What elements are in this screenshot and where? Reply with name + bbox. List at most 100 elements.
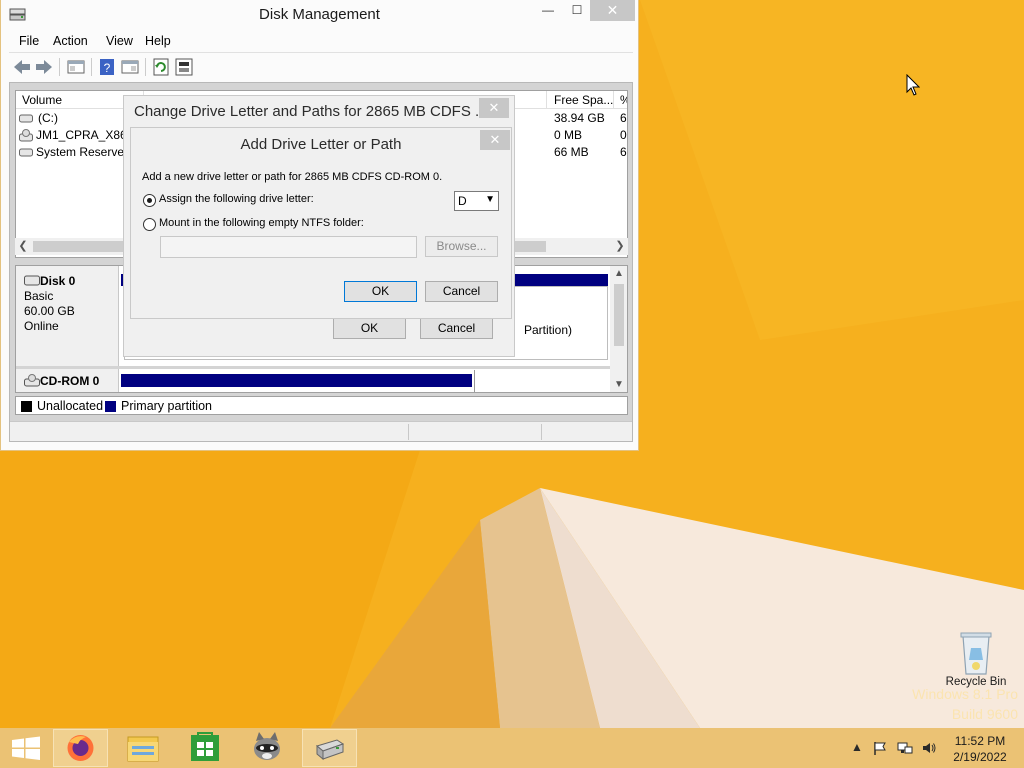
clock-time: 11:52 PM — [954, 734, 1006, 748]
volume-name: (C:) — [38, 111, 58, 125]
disk-0-label[interactable]: Disk 0 Basic 60.00 GB Online — [16, 266, 119, 366]
help-icon[interactable]: ? — [97, 57, 117, 77]
status-pane — [541, 424, 542, 440]
disk-name: CD-ROM 0 — [40, 374, 100, 388]
refresh-icon[interactable] — [151, 57, 171, 77]
os-watermark: Windows 8.1 Pro Build 9600 — [912, 686, 1018, 722]
menu-help[interactable]: Help — [145, 34, 171, 48]
scroll-up-icon[interactable]: ▲ — [610, 266, 627, 282]
menu-bar: File Action View Help — [9, 31, 633, 53]
svg-text:?: ? — [104, 61, 111, 75]
taskbar-firefox[interactable] — [53, 729, 108, 767]
menu-file[interactable]: File — [19, 34, 39, 48]
start-button[interactable] — [0, 729, 55, 767]
store-icon — [191, 732, 219, 761]
drive-letter-value: D — [458, 194, 467, 208]
clock-date: 2/19/2022 — [953, 750, 1007, 764]
back-arrow-icon[interactable] — [12, 57, 32, 77]
folder-path-input[interactable] — [160, 236, 417, 258]
volume-percent-free: 6: — [620, 111, 627, 125]
scroll-left-icon[interactable]: ❮ — [15, 238, 31, 255]
taskbar-store[interactable] — [178, 729, 233, 767]
volume-name: System Reserved — [36, 145, 131, 159]
column-separator[interactable] — [546, 91, 547, 109]
volume-free-space: 66 MB — [554, 145, 589, 159]
menu-view[interactable]: View — [106, 34, 133, 48]
minimize-button[interactable]: — — [532, 0, 564, 21]
disk-name: Disk 0 — [40, 274, 76, 288]
legend-swatch-primary — [105, 401, 116, 412]
menu-action[interactable]: Action — [53, 34, 88, 48]
rescan-disks-icon[interactable] — [174, 57, 194, 77]
console-tree-icon[interactable] — [66, 57, 86, 77]
legend-unallocated: Unallocated — [37, 399, 104, 413]
show-hidden-icons-icon[interactable]: ▲ — [849, 740, 865, 756]
assign-letter-radio[interactable] — [143, 194, 156, 207]
column-separator[interactable] — [613, 91, 614, 109]
column-header-percent[interactable]: % — [620, 93, 627, 107]
partition-label: Partition) — [524, 323, 573, 337]
network-icon[interactable] — [897, 740, 913, 756]
dialog-body: Add a new drive letter or path for 2865 … — [131, 159, 511, 318]
cd-drive-icon — [19, 129, 33, 142]
recycle-bin-icon — [960, 632, 992, 675]
disk-status: Online — [24, 319, 59, 333]
window-titlebar[interactable]: Disk Management — ☐ ✕ — [1, 0, 638, 30]
assign-letter-label[interactable]: Assign the following drive letter: — [159, 193, 314, 205]
browse-button[interactable]: Browse... — [425, 236, 498, 257]
forward-arrow-icon[interactable] — [34, 57, 54, 77]
action-center-flag-icon[interactable] — [872, 740, 888, 756]
mount-folder-radio[interactable] — [143, 218, 156, 231]
status-pane — [408, 424, 409, 440]
cancel-button[interactable]: Cancel — [425, 281, 498, 302]
vertical-scrollbar[interactable]: ▲ ▼ — [610, 266, 627, 392]
toolbar: ? — [9, 54, 633, 81]
dialog-close-button[interactable]: ✕ — [480, 130, 510, 150]
hard-disk-icon — [24, 275, 40, 286]
dialog-close-button[interactable]: ✕ — [479, 98, 509, 118]
recycle-bin[interactable]: Recycle Bin — [942, 630, 1010, 688]
folder-icon — [127, 736, 159, 762]
volume-percent-free: 0 — [620, 128, 627, 142]
volume-speaker-icon[interactable] — [921, 740, 937, 756]
taskbar: ▲ 11:52 PM 2/19/2022 — [0, 728, 1024, 768]
cd-rom-0-label[interactable]: CD-ROM 0 — [16, 369, 119, 392]
cd-rom-icon — [24, 374, 40, 387]
disk-type: Basic — [24, 289, 54, 303]
properties-icon[interactable] — [120, 57, 140, 77]
ok-button[interactable]: OK — [344, 281, 417, 302]
recycle-bin-label: Recycle Bin — [945, 676, 1007, 688]
add-drive-letter-dialog: Add Drive Letter or Path ✕ Add a new dri… — [130, 127, 512, 319]
ok-button[interactable]: OK — [333, 318, 406, 339]
watermark-edition: Windows 8.1 Pro — [912, 686, 1018, 702]
raccoon-icon — [254, 732, 280, 760]
column-header-volume[interactable]: Volume — [22, 93, 62, 107]
status-bar — [10, 421, 632, 441]
scroll-right-icon[interactable]: ❯ — [612, 238, 628, 255]
close-button[interactable]: ✕ — [590, 0, 635, 21]
drive-icon — [19, 148, 33, 157]
taskbar-file-explorer[interactable] — [116, 729, 171, 767]
maximize-button[interactable]: ☐ — [564, 0, 590, 21]
cancel-button[interactable]: Cancel — [420, 318, 493, 339]
taskbar-clock[interactable]: 11:52 PM 2/19/2022 — [940, 733, 1020, 765]
cd-rom-partition-bar[interactable] — [121, 374, 472, 387]
volume-free-space: 38.94 GB — [554, 111, 605, 125]
dialog-description: Add a new drive letter or path for 2865 … — [142, 171, 443, 183]
drive-letter-select[interactable]: D ▼ — [454, 191, 499, 211]
disk-size: 60.00 GB — [24, 304, 75, 318]
chevron-down-icon: ▼ — [485, 194, 495, 205]
taskbar-disk-management[interactable] — [302, 729, 357, 767]
mount-folder-label[interactable]: Mount in the following empty NTFS folder… — [159, 217, 364, 229]
taskbar-raccoon-app[interactable] — [240, 729, 295, 767]
column-header-free-space[interactable]: Free Spa... — [554, 93, 613, 107]
legend: Unallocated Primary partition — [15, 396, 628, 415]
dialog-title: Change Drive Letter and Paths for 2865 M… — [134, 103, 488, 120]
legend-primary-partition: Primary partition — [121, 399, 212, 413]
windows-logo-icon — [12, 736, 40, 760]
disk-management-icon — [315, 739, 345, 761]
scrollbar-thumb[interactable] — [614, 284, 624, 346]
dialog-title: Add Drive Letter or Path — [240, 136, 402, 153]
legend-swatch-unallocated — [21, 401, 32, 412]
scroll-down-icon[interactable]: ▼ — [610, 377, 627, 392]
